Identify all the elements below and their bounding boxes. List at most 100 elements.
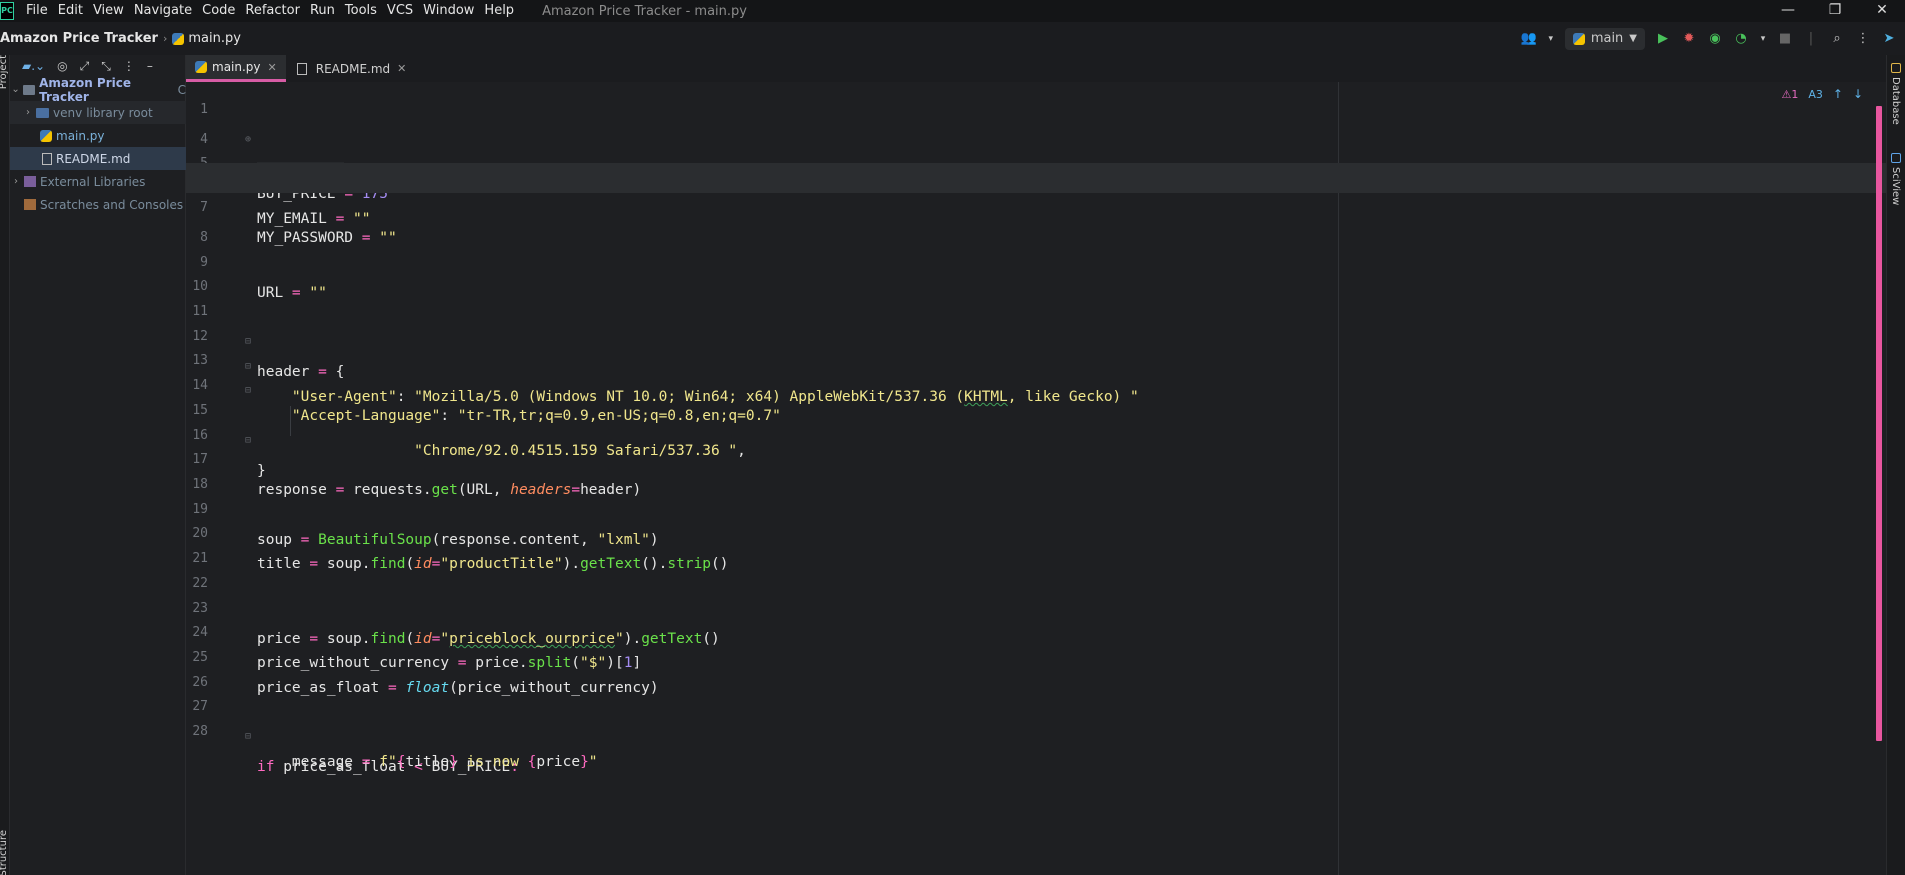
project-tool-button[interactable]: Project (0, 55, 9, 89)
search-icon[interactable]: ⌕ (1829, 31, 1845, 46)
menu-refactor[interactable]: Refactor (241, 0, 306, 22)
tree-item-scratches[interactable]: Scratches and Consoles (10, 193, 186, 216)
expand-all-icon[interactable]: ⤢ (80, 59, 90, 74)
tree-item-project-root[interactable]: ⌄ Amazon Price Tracker C (10, 75, 187, 104)
chevron-right-icon[interactable]: › (10, 176, 22, 187)
code-line[interactable]: 1 ⊕ import ... (186, 82, 1886, 178)
restore-icon[interactable]: ❐ (1815, 0, 1855, 22)
scratches-icon (24, 199, 36, 210)
debug-icon[interactable]: ✹ (1681, 31, 1697, 46)
collapse-all-icon[interactable]: ⤡ (101, 59, 111, 74)
menu-file[interactable]: File (22, 0, 54, 22)
editor-tabs: main.py ✕ README.md ✕ (186, 55, 1905, 82)
library-icon (24, 176, 36, 187)
tree-item-readme[interactable]: README.md (10, 147, 186, 170)
minimize-icon[interactable]: — (1768, 0, 1808, 22)
more-run-options-chevron-icon[interactable]: ▾ (1759, 34, 1767, 44)
tree-item-path: C (177, 82, 187, 97)
locate-file-icon[interactable]: ◎ (57, 59, 67, 73)
sciview-tool-button[interactable]: SciView (1890, 167, 1901, 205)
code-line[interactable]: 28 message = f"{title} is now {price}" (186, 687, 1886, 770)
warning-count-value: 1 (1791, 87, 1799, 101)
markdown-file-icon (42, 152, 52, 165)
tree-item-main-py[interactable]: main.py (10, 124, 186, 147)
coverage-icon[interactable]: ◉ (1707, 31, 1723, 46)
chevron-down-icon: ▼ (1629, 33, 1637, 44)
python-config-icon (1572, 32, 1585, 45)
tree-item-suffix: library root (86, 105, 153, 120)
tab-readme-md[interactable]: README.md ✕ (286, 55, 416, 82)
navigation-bar: Amazon Price Tracker › main.py 👥 ▾ main … (0, 22, 1905, 55)
tree-item-label: venv (53, 105, 83, 120)
typo-count[interactable]: A3 (1808, 88, 1823, 101)
tree-item-venv[interactable]: › venv library root (10, 101, 186, 124)
code-with-me-icon[interactable]: ➤ (1881, 31, 1897, 46)
previous-highlight-arrow-up-icon[interactable]: ↑ (1833, 87, 1843, 101)
breadcrumb-separator: › (162, 32, 168, 45)
project-toolbar: ▰.⌄ ◎ ⤢ ⤡ ⋮ – (10, 55, 185, 77)
structure-tool-button[interactable]: Structure (0, 830, 9, 875)
breadcrumb-project[interactable]: Amazon Price Tracker (0, 31, 158, 46)
menu-tools[interactable]: Tools (341, 0, 383, 22)
close-tab-icon[interactable]: ✕ (397, 62, 406, 75)
breadcrumb-file-label: main.py (188, 31, 241, 46)
menu-window[interactable]: Window (419, 0, 480, 22)
profile-icon[interactable]: ◔ (1733, 31, 1749, 46)
tab-label: README.md (315, 61, 391, 76)
menu-edit[interactable]: Edit (54, 0, 89, 22)
breadcrumb-file[interactable]: main.py (172, 31, 241, 46)
options-icon[interactable]: ⋮ (123, 59, 135, 73)
fold-marker-icon[interactable]: ⊟ (245, 722, 251, 752)
warning-count[interactable]: ⚠1 (1781, 88, 1798, 101)
window-title: Amazon Price Tracker - main.py (542, 3, 747, 19)
stop-icon[interactable]: ■ (1777, 31, 1793, 46)
folder-icon (23, 84, 36, 95)
menu-navigate[interactable]: Navigate (130, 0, 198, 22)
pycharm-logo-icon: PC (0, 2, 14, 20)
close-icon[interactable]: ✕ (1862, 0, 1902, 22)
menu-help[interactable]: Help (480, 0, 520, 22)
code-editor[interactable]: 1 ⊕ import ... 4 5 BUY_PRICE = 175 6 MY_… (186, 82, 1886, 875)
sciview-icon (1891, 153, 1901, 163)
more-options-icon[interactable]: ⋮ (1855, 31, 1871, 46)
close-tab-icon[interactable]: ✕ (268, 61, 277, 74)
divider-icon: | (1808, 31, 1814, 46)
inspection-widget[interactable]: ⚠1 A3 ↑ ↓ (1781, 87, 1863, 101)
right-tool-stripe: Database SciView (1886, 55, 1905, 875)
toolbar-right: 👥 ▾ main ▼ ▶ ✹ ◉ ◔ ▾ ■ | ⌕ ⋮ ➤ (1521, 22, 1905, 55)
title-bar: PC File Edit View Navigate Code Refactor… (0, 0, 1905, 22)
users-dropdown-chevron-icon[interactable]: ▾ (1547, 34, 1555, 44)
editor-scrollbar[interactable] (1876, 106, 1882, 741)
menu-run[interactable]: Run (306, 0, 341, 22)
hide-icon[interactable]: – (147, 59, 153, 73)
tree-item-label: main.py (56, 128, 105, 143)
run-icon[interactable]: ▶ (1655, 31, 1671, 46)
code-line-current[interactable]: 7 MY_PASSWORD = "" (186, 163, 1886, 246)
markdown-file-icon (296, 62, 307, 75)
folder-icon (36, 107, 49, 118)
chevron-right-icon[interactable]: › (22, 107, 34, 118)
python-file-icon (172, 32, 185, 45)
menu-code[interactable]: Code (198, 0, 241, 22)
database-tool-button[interactable]: Database (1890, 77, 1901, 125)
tree-item-label: README.md (56, 151, 131, 166)
chevron-down-icon[interactable]: ⌄ (10, 84, 21, 95)
menu-vcs[interactable]: VCS (383, 0, 419, 22)
tree-item-label: External Libraries (40, 174, 146, 189)
tree-item-external-libraries[interactable]: › External Libraries (10, 170, 186, 193)
tab-label: main.py (212, 60, 261, 74)
folder-view-icon[interactable]: ▰.⌄ (22, 59, 45, 73)
project-tool-window: ▰.⌄ ◎ ⤢ ⤡ ⋮ – ⌄ Amazon Price Tracker C ›… (10, 55, 186, 875)
tab-main-py[interactable]: main.py ✕ (186, 55, 286, 82)
menu-view[interactable]: View (89, 0, 130, 22)
database-icon (1891, 63, 1901, 73)
next-highlight-arrow-down-icon[interactable]: ↓ (1853, 87, 1863, 101)
typo-count-value: 3 (1815, 87, 1823, 101)
tree-item-label: Amazon Price Tracker (39, 75, 131, 104)
python-file-icon (195, 61, 207, 73)
run-configuration-selector[interactable]: main ▼ (1564, 27, 1645, 50)
run-config-label: main (1590, 31, 1624, 46)
left-tool-stripe: Project Structure (0, 55, 10, 875)
users-icon[interactable]: 👥 (1521, 31, 1537, 46)
python-file-icon (40, 129, 52, 142)
